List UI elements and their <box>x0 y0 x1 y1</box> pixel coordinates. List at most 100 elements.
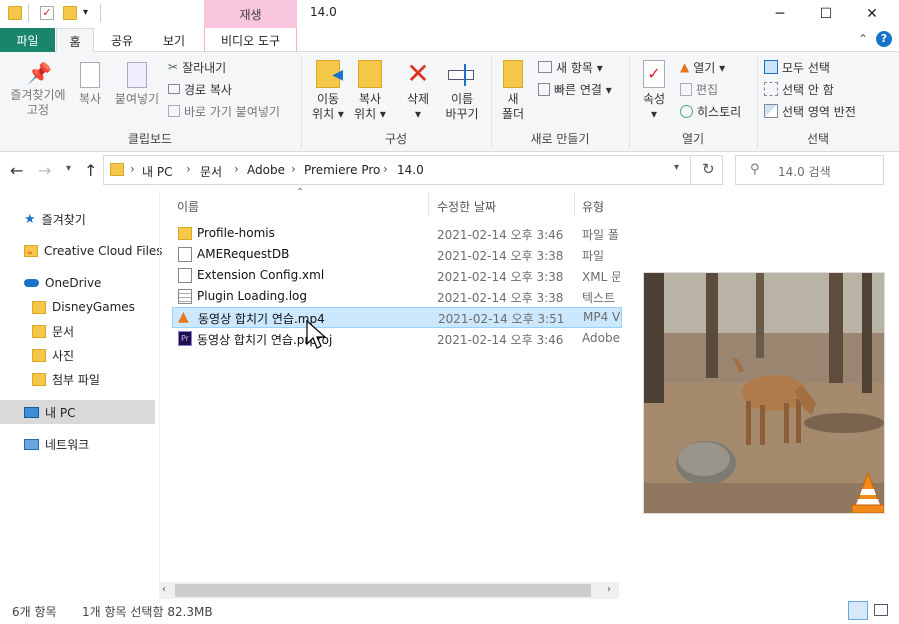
tab-view[interactable]: 보기 <box>152 28 196 52</box>
select-none-button[interactable]: 선택 안 함 <box>764 79 834 99</box>
easy-access-icon <box>538 82 550 96</box>
scroll-right-arrow-icon[interactable]: › <box>607 584 611 595</box>
sidebar-item-mypc[interactable]: 내 PC <box>24 401 75 423</box>
file-name: Profile-homis <box>197 226 275 240</box>
column-header-date[interactable]: 수정한 날짜 <box>437 198 496 215</box>
close-button[interactable]: ✕ <box>849 0 895 28</box>
file-name: AMERequestDB <box>197 247 290 261</box>
sort-ascending-icon: ⌃ <box>296 187 305 198</box>
breadcrumb-current[interactable]: 14.0 <box>397 163 424 177</box>
paste-shortcut-button[interactable]: 바로 가기 붙여넣기 <box>168 101 280 121</box>
file-name: Extension Config.xml <box>197 268 325 282</box>
cut-button[interactable]: ✂ 잘라내기 <box>168 57 226 77</box>
sidebar-label: 내 PC <box>45 405 76 420</box>
scrollbar-thumb[interactable] <box>175 584 591 597</box>
copy-to-button[interactable]: 복사 위치 ▾ <box>350 60 390 122</box>
sidebar-item-creative-cloud[interactable]: ∞ Creative Cloud Files <box>24 240 163 262</box>
divider <box>100 4 101 22</box>
folder-icon <box>32 300 46 314</box>
recent-locations-chevron-icon[interactable]: ▾ <box>66 163 71 174</box>
copy-path-button[interactable]: 경로 복사 <box>168 79 232 99</box>
select-group-label: 선택 <box>806 132 830 146</box>
forward-arrow-icon[interactable]: → <box>38 161 51 180</box>
delete-button[interactable]: ✕ 삭제 ▾ <box>400 60 436 122</box>
clipboard-group-label: 클립보드 <box>127 132 173 146</box>
properties-button[interactable]: ✓ 속성 ▾ <box>636 60 672 122</box>
collapse-ribbon-icon[interactable]: ⌃ <box>858 32 868 46</box>
copy-button[interactable]: 복사 <box>72 62 108 107</box>
details-view-icon[interactable] <box>848 601 868 620</box>
invert-selection-button[interactable]: 선택 영역 반전 <box>764 101 856 121</box>
scroll-left-arrow-icon[interactable]: ‹ <box>162 584 166 595</box>
address-bar[interactable]: › 내 PC › 문서 › Adobe › Premiere Pro › 14.… <box>103 155 723 185</box>
breadcrumb-adobe[interactable]: Adobe <box>247 163 285 177</box>
large-icons-view-icon[interactable] <box>874 604 888 616</box>
breadcrumb-mypc[interactable]: 내 PC <box>142 163 172 180</box>
breadcrumb-separator[interactable]: › <box>130 162 135 176</box>
sidebar-item-onedrive[interactable]: OneDrive <box>24 272 101 294</box>
folder-icon <box>32 324 46 338</box>
edit-button[interactable]: 편집 <box>680 79 718 99</box>
customize-quick-access-icon[interactable]: ▾ <box>83 6 97 20</box>
tab-video-tools[interactable]: 비디오 도구 <box>204 28 297 52</box>
sidebar-item-disneygames[interactable]: DisneyGames <box>32 296 135 318</box>
paste-button[interactable]: 붙여넣기 <box>112 62 162 107</box>
help-icon[interactable]: ? <box>876 31 892 47</box>
sidebar-item-documents[interactable]: 문서 <box>32 320 74 342</box>
file-row[interactable]: AMERequestDB 2021-02-14 오후 3:38 파일 <box>172 244 622 265</box>
breadcrumb-separator[interactable]: › <box>186 162 191 176</box>
easy-access-button[interactable]: 빠른 연결 ▾ <box>538 79 612 99</box>
file-date: 2021-02-14 오후 3:46 <box>437 228 564 242</box>
address-dropdown-icon[interactable]: ▾ <box>674 162 679 173</box>
breadcrumb-separator[interactable]: › <box>234 162 239 176</box>
breadcrumb-premiere[interactable]: Premiere Pro <box>304 163 380 177</box>
back-arrow-icon[interactable]: ← <box>10 161 23 180</box>
sidebar-item-attachments[interactable]: 첨부 파일 <box>32 368 100 390</box>
new-folder-button[interactable]: 새 폴더 <box>496 60 530 122</box>
breadcrumb-separator[interactable]: › <box>291 162 296 176</box>
properties-quick-icon[interactable]: ✓ <box>40 6 54 20</box>
rename-button[interactable]: 이름 바꾸기 <box>440 60 484 122</box>
new-item-button[interactable]: 새 항목 ▾ <box>538 57 603 77</box>
new-folder-quick-icon[interactable] <box>63 6 77 20</box>
file-type: 텍스트 <box>582 291 616 305</box>
tab-share[interactable]: 공유 <box>100 28 144 52</box>
tab-file[interactable]: 파일 <box>0 28 55 52</box>
breadcrumb-documents[interactable]: 문서 <box>200 163 222 180</box>
pane-divider <box>159 190 160 582</box>
sidebar-label: 즐겨찾기 <box>41 212 86 227</box>
history-button[interactable]: 히스토리 <box>680 101 741 121</box>
tab-home[interactable]: 홈 <box>56 28 94 53</box>
move-to-button[interactable]: ◀ 이동 위치 ▾ <box>308 60 348 122</box>
file-row[interactable]: Extension Config.xml 2021-02-14 오후 3:38 … <box>172 265 622 286</box>
pin-quick-access-button[interactable]: 📌 즐겨찾기에 고정 <box>4 62 72 118</box>
search-box[interactable]: ⚲ 14.0 검색 <box>735 155 884 185</box>
select-all-icon <box>764 60 778 74</box>
minimize-button[interactable]: ─ <box>757 0 803 28</box>
new-folder-label: 새 폴더 <box>501 92 525 121</box>
sidebar-item-network[interactable]: 네트워크 <box>24 433 89 455</box>
column-separator[interactable] <box>428 192 429 216</box>
maximize-button[interactable]: ☐ <box>803 0 849 28</box>
divider <box>28 4 29 22</box>
open-button[interactable]: ▲ 열기 ▾ <box>680 57 725 77</box>
cloud-icon <box>24 279 39 287</box>
select-all-button[interactable]: 모두 선택 <box>764 57 830 77</box>
refresh-icon[interactable]: ↻ <box>702 160 715 178</box>
file-row-selected[interactable]: ▲ 동영상 합치기 연습.mp4 2021-02-14 오후 3:51 MP4 … <box>172 307 622 328</box>
column-header-type[interactable]: 유형 <box>582 198 604 215</box>
new-item-icon <box>538 61 552 73</box>
file-row[interactable]: Plugin Loading.log 2021-02-14 오후 3:38 텍스… <box>172 286 622 307</box>
column-separator[interactable] <box>574 192 575 216</box>
up-arrow-icon[interactable]: ↑ <box>84 161 97 180</box>
column-header-name[interactable]: 이름 <box>177 198 199 215</box>
breadcrumb-separator[interactable]: › <box>383 162 388 176</box>
new-item-label: 새 항목 ▾ <box>556 60 603 75</box>
new-group-label: 새로 만들기 <box>530 132 590 146</box>
sidebar-item-photos[interactable]: 사진 <box>32 344 74 366</box>
file-row[interactable]: Pr 동영상 합치기 연습.prproj 2021-02-14 오후 3:46 … <box>172 328 622 349</box>
creative-cloud-folder-icon: ∞ <box>24 245 38 257</box>
horizontal-scrollbar[interactable]: ‹ › <box>159 582 619 599</box>
file-row[interactable]: Profile-homis 2021-02-14 오후 3:46 파일 폴 <box>172 223 622 244</box>
sidebar-item-quick-access[interactable]: ★ 즐겨찾기 <box>24 208 86 230</box>
